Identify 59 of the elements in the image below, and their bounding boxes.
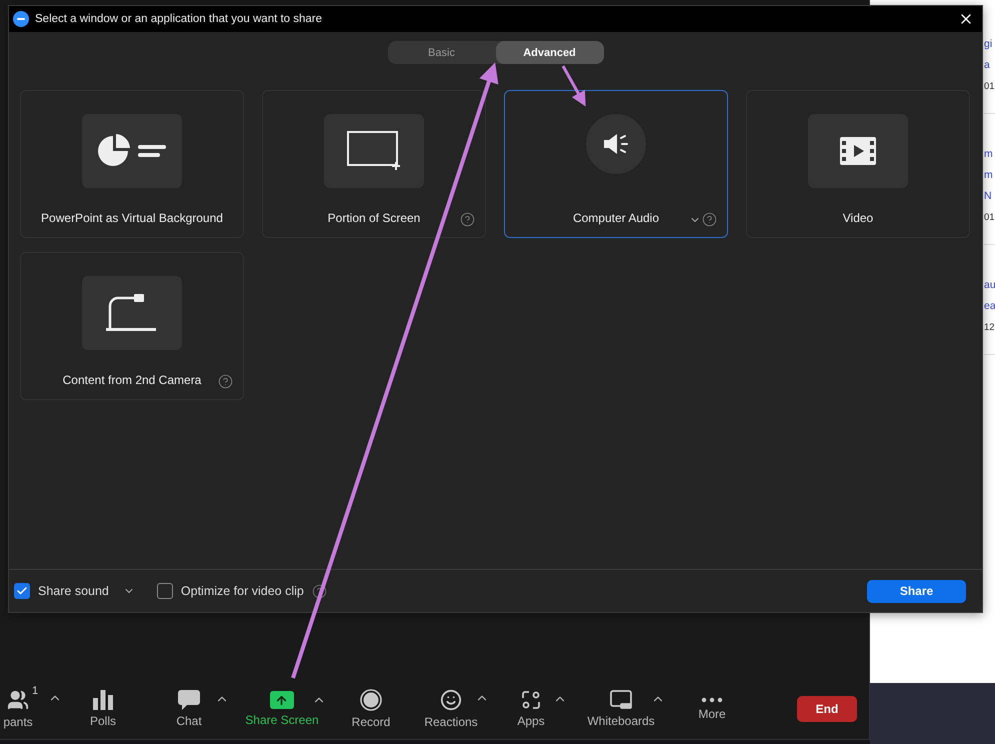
link-text[interactable]: a bbox=[984, 57, 995, 74]
help-icon[interactable] bbox=[218, 374, 233, 389]
share-button[interactable]: Share bbox=[867, 580, 966, 602]
link-text[interactable]: gi bbox=[984, 36, 995, 53]
bar-chart-icon bbox=[92, 690, 113, 710]
link-text[interactable]: m bbox=[984, 146, 995, 163]
annotation-arrow bbox=[562, 65, 586, 107]
toolbar-button[interactable]: Apps bbox=[517, 690, 545, 728]
option-label: Computer Audio bbox=[572, 211, 660, 225]
date-text: 01 bbox=[984, 211, 995, 225]
more-icon bbox=[701, 697, 723, 703]
screen-region-icon bbox=[347, 131, 401, 171]
tab[interactable]: Basic bbox=[388, 41, 496, 64]
share-option-card[interactable]: Video bbox=[746, 90, 970, 238]
option-label: PowerPoint as Virtual Background bbox=[41, 211, 223, 225]
option-label: Content from 2nd Camera bbox=[62, 373, 202, 387]
link-text[interactable]: m bbox=[984, 167, 995, 184]
toolbar-button[interactable]: Polls bbox=[90, 690, 116, 728]
link-text[interactable]: N bbox=[984, 188, 995, 205]
toolbar-button[interactable]: Chat bbox=[176, 690, 202, 728]
chat-bubble-icon bbox=[178, 690, 200, 710]
toolbar-button[interactable]: More bbox=[698, 697, 726, 721]
share-option-card[interactable]: Content from 2nd Camera bbox=[20, 252, 244, 400]
apps-icon bbox=[520, 690, 541, 710]
checkbox[interactable] bbox=[14, 583, 30, 599]
record-icon bbox=[360, 689, 382, 711]
help-icon[interactable] bbox=[702, 212, 717, 227]
date-text: 01 bbox=[984, 80, 995, 94]
help-icon[interactable] bbox=[460, 212, 475, 227]
share-screen-icon bbox=[270, 691, 294, 709]
speaker-icon bbox=[603, 133, 629, 155]
whiteboard-icon bbox=[610, 690, 632, 710]
share-option-card[interactable]: Portion of Screen bbox=[262, 90, 486, 238]
option-label: Video bbox=[842, 211, 874, 225]
share-option-card[interactable]: PowerPoint as Virtual Background bbox=[20, 90, 244, 238]
film-icon bbox=[840, 137, 876, 165]
toolbar-button[interactable]: Reactions bbox=[424, 689, 478, 729]
toolbar-button[interactable]: Share Screen bbox=[245, 691, 319, 727]
checkmark-icon bbox=[16, 585, 28, 597]
share-option-card[interactable]: Computer Audio bbox=[504, 90, 728, 238]
window-title: Select a window or an application that you want to share bbox=[35, 13, 324, 25]
date-text: 12 bbox=[984, 321, 995, 335]
end-button[interactable]: End bbox=[797, 696, 857, 722]
participants-icon bbox=[6, 689, 29, 711]
checkbox[interactable] bbox=[156, 583, 173, 599]
toolbar-button[interactable]: pants bbox=[3, 689, 33, 729]
option-label: Portion of Screen bbox=[328, 211, 420, 225]
document-camera-icon bbox=[106, 294, 158, 332]
participant-count: 1 bbox=[32, 685, 38, 697]
smiley-plus-icon bbox=[440, 689, 462, 711]
app-logo-icon bbox=[13, 11, 29, 27]
pie-chart-icon bbox=[97, 134, 167, 168]
link-text[interactable]: au bbox=[984, 277, 995, 294]
toolbar-button[interactable]: Record bbox=[352, 689, 390, 729]
tab[interactable]: Advanced bbox=[496, 41, 604, 64]
checkbox-label: Share sound bbox=[38, 584, 109, 598]
checkbox-label: Optimize for video clip bbox=[180, 584, 304, 598]
toolbar-button[interactable]: Whiteboards bbox=[587, 690, 655, 728]
help-icon[interactable] bbox=[312, 584, 327, 598]
